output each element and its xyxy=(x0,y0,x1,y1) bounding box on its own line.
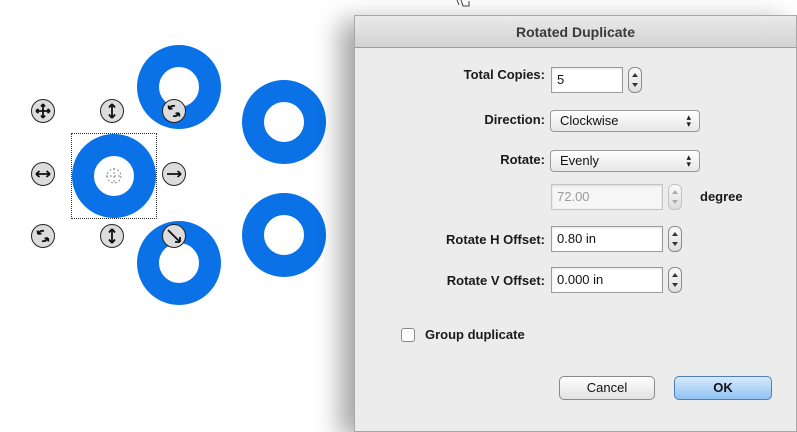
rotation-center-icon[interactable] xyxy=(104,166,124,186)
h-offset-stepper[interactable] xyxy=(668,226,682,252)
rotate-label: Rotate: xyxy=(500,152,545,167)
angle-field[interactable]: 72.00 xyxy=(551,184,663,210)
ring-shape-right-upper[interactable] xyxy=(242,80,326,164)
rotate-value: Evenly xyxy=(560,153,600,168)
rotate-select[interactable]: Evenly ▴ ▾ xyxy=(550,150,700,172)
dialog-title: Rotated Duplicate xyxy=(355,16,796,48)
direction-value: Clockwise xyxy=(560,113,619,128)
group-duplicate-label[interactable]: Group duplicate xyxy=(425,327,605,342)
vertical-resize-icon[interactable] xyxy=(100,224,124,248)
total-copies-label: Total Copies: xyxy=(463,67,545,82)
v-offset-label: Rotate V Offset: xyxy=(446,273,545,288)
move-icon[interactable] xyxy=(31,99,55,123)
rotate-icon[interactable] xyxy=(31,224,55,248)
angle-stepper[interactable] xyxy=(668,184,682,210)
v-offset-stepper[interactable] xyxy=(668,267,682,293)
total-copies-field[interactable]: 5 xyxy=(551,67,623,93)
h-offset-field[interactable]: 0.80 in xyxy=(551,226,663,252)
angle-unit: degree xyxy=(700,189,743,204)
chevron-updown-icon: ▴ ▾ xyxy=(686,152,691,169)
group-duplicate-checkbox[interactable] xyxy=(401,328,415,342)
ring-shape-right-lower[interactable] xyxy=(242,193,326,277)
drawing-canvas[interactable] xyxy=(0,0,360,432)
total-copies-stepper[interactable] xyxy=(628,67,642,93)
arrow-right-icon[interactable] xyxy=(162,162,186,186)
direction-select[interactable]: Clockwise ▴ ▾ xyxy=(550,110,700,132)
direction-label: Direction: xyxy=(484,112,545,127)
diagonal-resize-icon[interactable] xyxy=(162,224,186,248)
ok-button[interactable]: OK xyxy=(674,376,772,400)
v-offset-field[interactable]: 0.000 in xyxy=(551,267,663,293)
rotate-icon[interactable] xyxy=(162,99,186,123)
vertical-resize-icon[interactable] xyxy=(100,99,124,123)
horizontal-resize-icon[interactable] xyxy=(31,162,55,186)
rotated-duplicate-dialog: Rotated Duplicate Total Copies: 5 Direct… xyxy=(354,15,797,432)
cursor-fragment-icon xyxy=(456,0,470,7)
chevron-updown-icon: ▴ ▾ xyxy=(686,112,691,129)
h-offset-label: Rotate H Offset: xyxy=(446,232,545,247)
cancel-button[interactable]: Cancel xyxy=(559,376,655,400)
